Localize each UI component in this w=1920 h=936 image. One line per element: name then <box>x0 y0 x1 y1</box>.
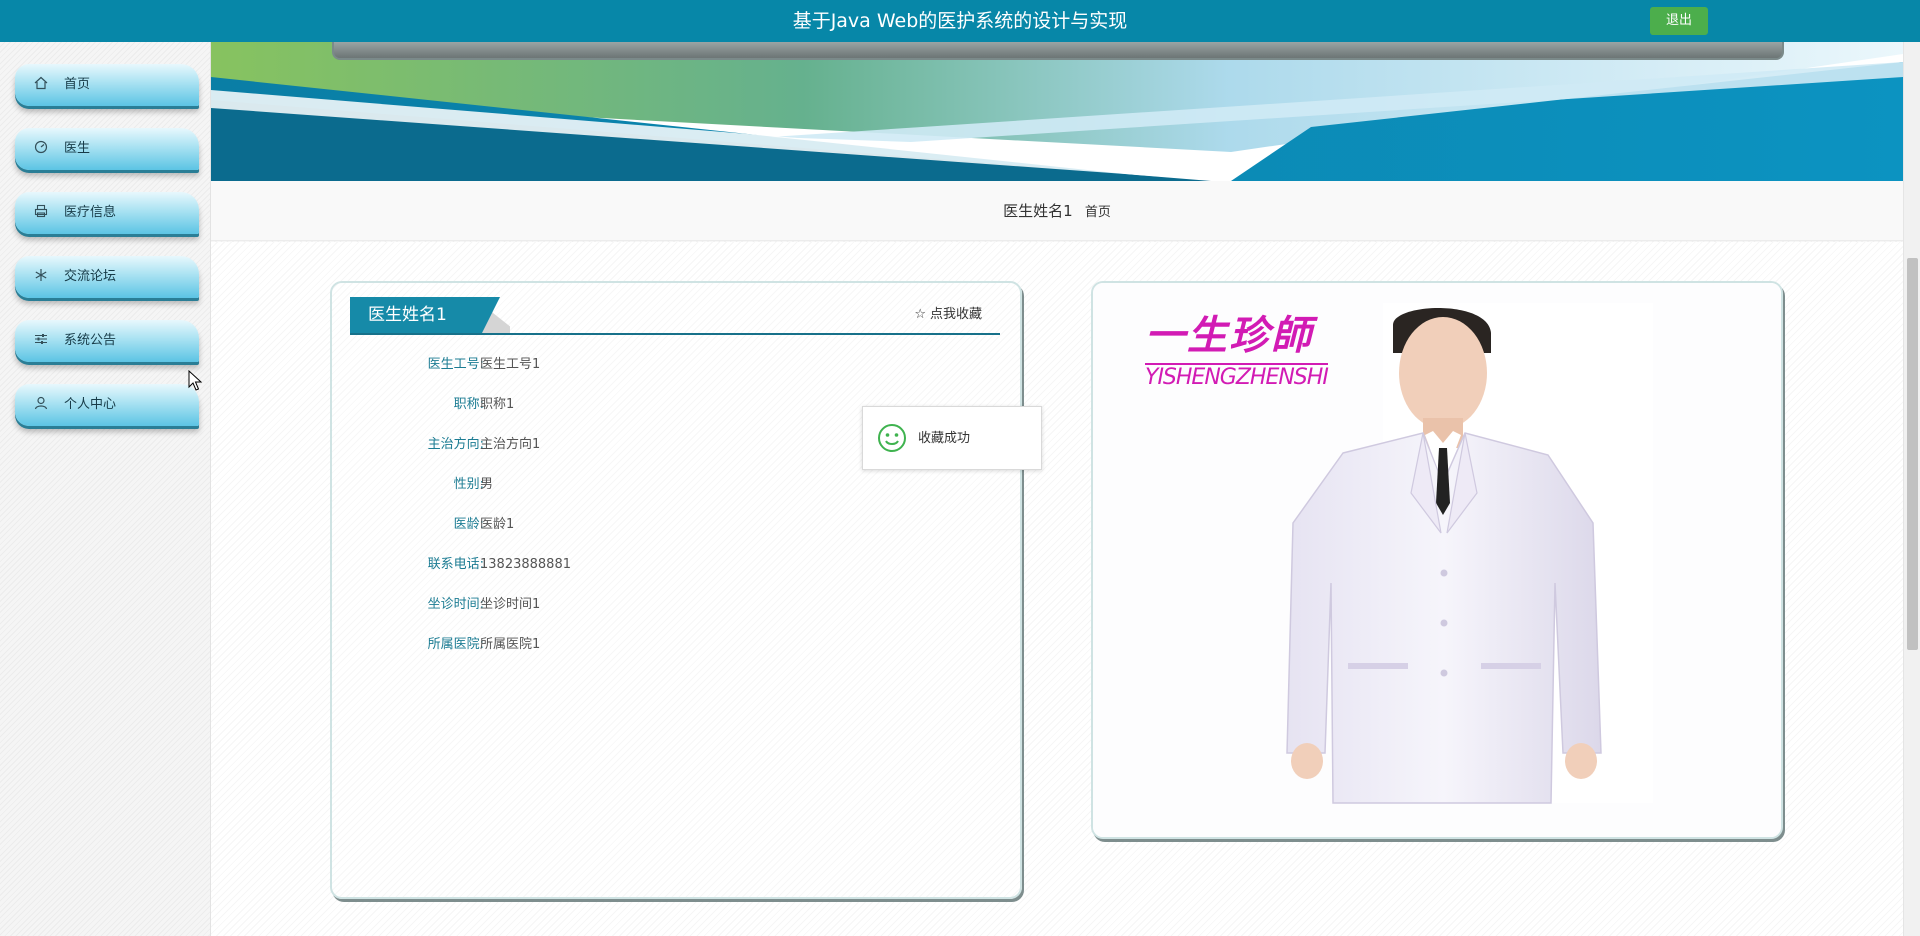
page-scrollbar[interactable] <box>1903 42 1920 936</box>
sidebar-item-home[interactable]: 首页 <box>15 64 199 106</box>
toast-notification: 收藏成功 <box>862 406 1042 470</box>
sidebar-item-forum[interactable]: 交流论坛 <box>15 256 199 298</box>
breadcrumb-current: 医生姓名1 <box>1003 202 1073 220</box>
field-row: 联系电话: 13823888881 <box>332 555 982 575</box>
snowflake-icon <box>33 268 49 284</box>
field-label: 性别: <box>453 477 484 492</box>
scrollbar-thumb[interactable] <box>1907 258 1918 650</box>
toast-message: 收藏成功 <box>918 431 971 446</box>
field-label: 所属医院: <box>427 637 484 652</box>
sidebar-item-announcement[interactable]: 系统公告 <box>15 320 199 362</box>
doctor-name-title: 医生姓名1 <box>350 297 500 333</box>
star-icon: ☆ <box>914 307 926 322</box>
field-row: 性别: 男 <box>332 475 982 495</box>
sidebar-item-label: 医生 <box>64 141 91 156</box>
sidebar-item-label: 个人中心 <box>64 397 117 412</box>
field-row: 坐诊时间: 坐诊时间1 <box>332 595 982 615</box>
field-value: 所属医院1 <box>480 637 541 652</box>
breadcrumb-home-link[interactable]: 首页 <box>1085 205 1111 220</box>
field-value: 13823888881 <box>480 557 571 572</box>
smile-icon <box>877 423 907 453</box>
field-row: 医龄: 医龄1 <box>332 515 982 535</box>
sliders-icon <box>33 332 49 348</box>
field-label: 医生工号: <box>427 357 484 372</box>
home-icon <box>33 76 49 92</box>
field-row: 医生工号: 医生工号1 <box>332 355 982 375</box>
logout-button[interactable]: 退出 <box>1650 7 1708 35</box>
sidebar-item-medical-info[interactable]: 医疗信息 <box>15 192 199 234</box>
field-value: 职称1 <box>480 397 515 412</box>
mouse-cursor-icon <box>188 370 202 391</box>
logo-chinese-text-overlay: 一生珍師 <box>1145 312 1313 359</box>
sidebar-item-label: 系统公告 <box>64 333 117 348</box>
field-value: 医龄1 <box>480 517 515 532</box>
detail-header: 医生姓名1 ☆ 点我收藏 <box>350 297 1000 335</box>
printer-icon <box>33 204 49 220</box>
favorite-button[interactable]: ☆ 点我收藏 <box>914 297 982 333</box>
banner-image <box>211 42 1903 181</box>
field-value: 男 <box>480 477 494 492</box>
field-label: 主治方向: <box>427 437 484 452</box>
favorite-label: 点我收藏 <box>929 307 982 322</box>
sidebar-item-profile[interactable]: 个人中心 <box>15 384 199 426</box>
photo-logo-overlay: 一生珍師 YISHENGZHENSHI <box>1145 303 1329 390</box>
sidebar-item-label: 交流论坛 <box>64 269 117 284</box>
field-label: 联系电话: <box>427 557 484 572</box>
field-label: 职称: <box>453 397 484 412</box>
sidebar-item-label: 首页 <box>64 77 91 92</box>
user-icon <box>33 396 49 412</box>
field-label: 坐诊时间: <box>427 597 484 612</box>
field-row: 所属医院: 所属医院1 <box>332 635 982 655</box>
sidebar-item-doctor[interactable]: 医生 <box>15 128 199 170</box>
logo-english-text-overlay: YISHENGZHENSHI <box>1145 363 1329 390</box>
sidebar-item-label: 医疗信息 <box>64 205 117 220</box>
field-value: 主治方向1 <box>480 437 541 452</box>
breadcrumb: 医生姓名1 首页 <box>211 181 1903 241</box>
field-value: 坐诊时间1 <box>480 597 541 612</box>
sidebar: 首页 医生 医疗信息 交流论坛 系统公告 个人中心 <box>0 42 211 936</box>
field-label: 医龄: <box>453 517 484 532</box>
top-header: 基于Java Web的医护系统的设计与实现 退出 <box>0 0 1920 42</box>
field-value: 医生工号1 <box>480 357 541 372</box>
doctor-detail-card: 医生姓名1 ☆ 点我收藏 医生工号: 医生工号1 职称: 职称1 主治方向: 主治… <box>330 281 1022 899</box>
gauge-icon <box>33 140 49 156</box>
doctor-photo-card: 一生珍師 YISHENGZHENSHI <box>1091 281 1783 839</box>
banner-frame <box>332 42 1784 60</box>
app-title: 基于Java Web的医护系统的设计与实现 <box>792 10 1128 32</box>
